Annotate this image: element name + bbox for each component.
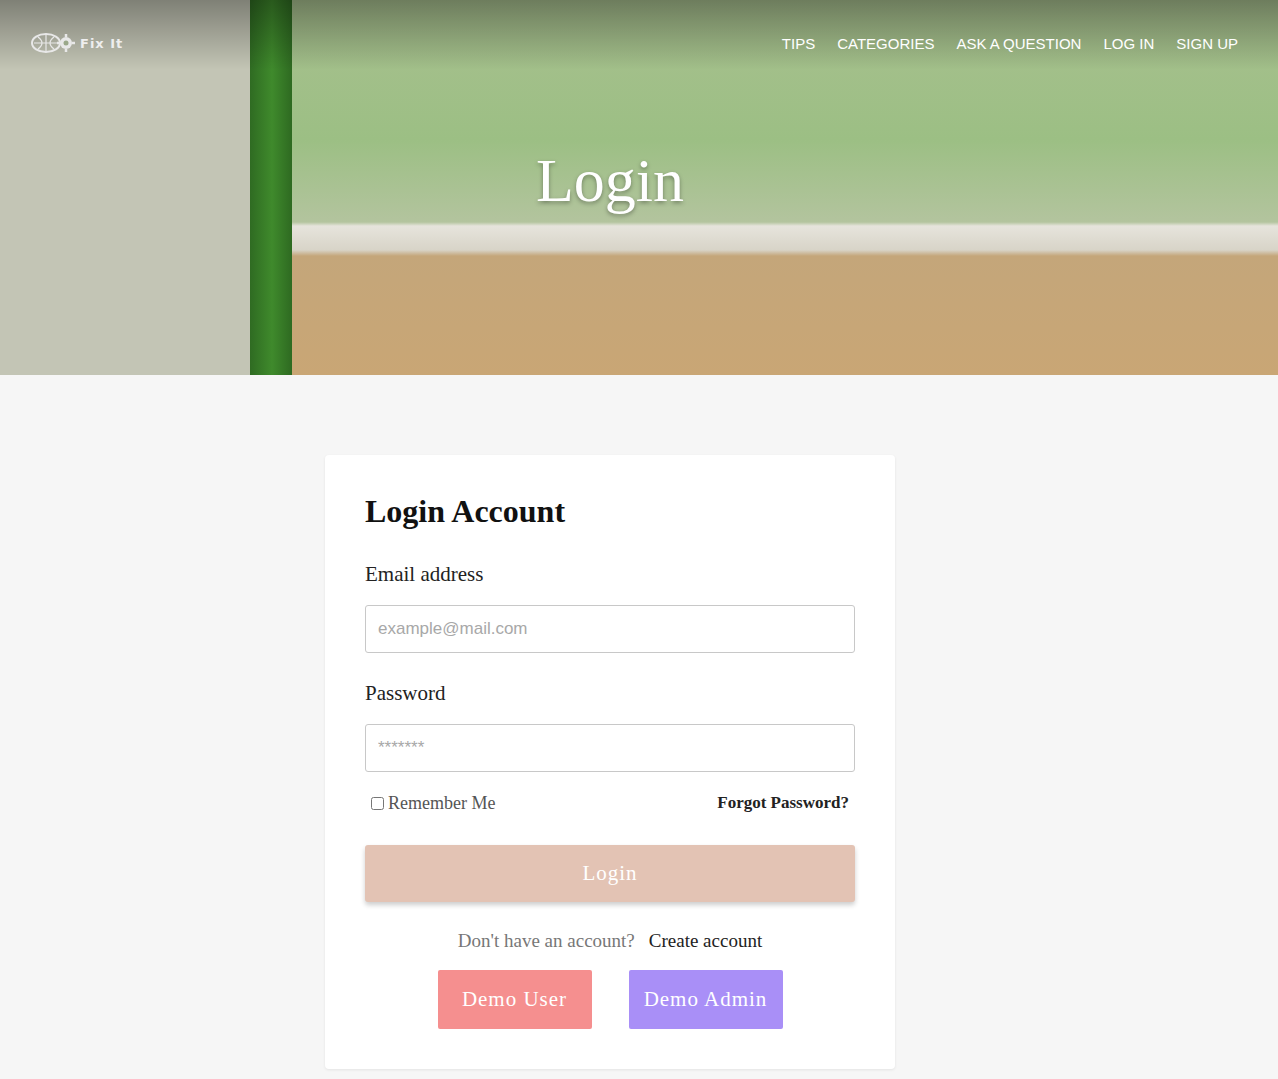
card-title: Login Account	[365, 491, 855, 531]
nav-link[interactable]: CATEGORIES	[837, 35, 934, 52]
main: Login Account Email address Password Rememb…	[0, 375, 1278, 1069]
login-card: Login Account Email address Password Rememb…	[325, 455, 895, 1069]
field-label: Password	[365, 680, 855, 706]
logo-icon	[30, 32, 76, 54]
demo-button[interactable]: Demo User	[438, 970, 592, 1029]
logo-text[interactable]: Fix It	[80, 36, 123, 51]
forgot-password-link[interactable]: Forgot Password?	[717, 793, 849, 813]
nav-link[interactable]: ASK A QUESTION	[956, 35, 1081, 52]
hero-banner: Fix It TIPS CATEGORIES ASK A QUESTION LOG IN…	[0, 0, 1278, 375]
login-page: Fix It TIPS CATEGORIES ASK A QUESTION LOG IN…	[0, 0, 1278, 1079]
remember-checkbox[interactable]	[371, 797, 384, 810]
signup-prompt: Don't have an account?	[458, 929, 635, 953]
password-input[interactable]	[365, 724, 855, 772]
logo[interactable]: Fix It	[30, 32, 123, 54]
login-button[interactable]: Login	[365, 845, 855, 902]
nav-link[interactable]: LOG IN	[1103, 35, 1154, 52]
demo-row: Demo User Demo Admin	[365, 970, 855, 1029]
field-label: Email address	[365, 561, 855, 587]
signup-row: Don't have an account? Create account	[365, 929, 855, 953]
demo-button[interactable]: Demo Admin	[629, 970, 783, 1029]
email-input[interactable]	[365, 605, 855, 653]
navbar: Fix It TIPS CATEGORIES ASK A QUESTION LOG IN…	[0, 0, 1278, 86]
nav-link[interactable]: TIPS	[782, 35, 815, 52]
remember-me[interactable]: Remember Me	[371, 793, 495, 814]
create-account-link[interactable]: Create account	[649, 929, 762, 953]
options-row: Remember Me Forgot Password?	[365, 791, 855, 815]
page-title: Login	[0, 144, 1278, 216]
nav-link[interactable]: SIGN UP	[1176, 35, 1238, 52]
nav-list: TIPS CATEGORIES ASK A QUESTION LOG IN SIGN U…	[782, 35, 1238, 52]
